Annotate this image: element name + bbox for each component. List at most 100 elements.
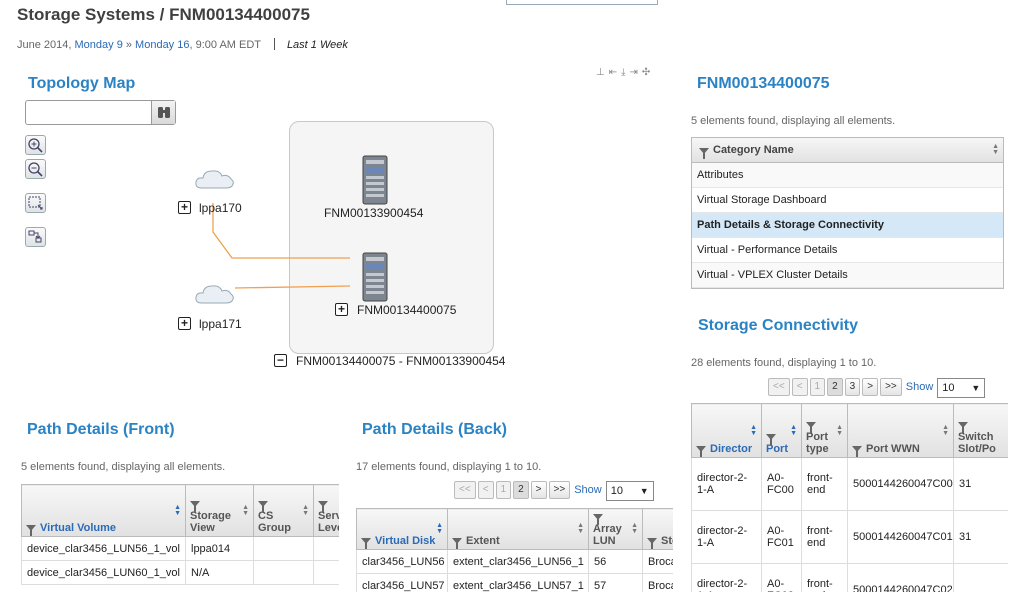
- page-button[interactable]: 3: [844, 378, 861, 396]
- column-header[interactable]: Port ▲ ▼: [761, 403, 802, 458]
- sort-icon[interactable]: ▲ ▼: [631, 522, 638, 535]
- sort-icon[interactable]: ▲ ▼: [836, 424, 843, 437]
- table-row[interactable]: director-2-1-AA0-FC02front-end5000144260…: [691, 563, 1008, 592]
- show-label: Show: [905, 381, 934, 393]
- table-cell: Broca: [642, 549, 673, 574]
- sort-icon[interactable]: ▲ ▼: [242, 504, 249, 517]
- column-header[interactable]: Virtual Disk ▲ ▼: [356, 508, 448, 550]
- column-header-label: Switch Slot/Po: [958, 431, 996, 455]
- sort-icon[interactable]: ▲ ▼: [174, 504, 181, 517]
- category-item[interactable]: Path Details & Storage Connectivity: [692, 213, 1003, 238]
- page-button[interactable]: 1: [809, 378, 826, 396]
- column-header[interactable]: Switch Slot/Po▲▼: [953, 403, 1008, 458]
- sort-icon[interactable]: ▲ ▼: [302, 504, 309, 517]
- table-cell: director-2-1-A: [691, 563, 762, 592]
- column-header[interactable]: Director ▲ ▼: [691, 403, 762, 458]
- next-page-button[interactable]: >: [530, 481, 547, 499]
- category-item[interactable]: Virtual - Performance Details: [692, 238, 1003, 263]
- filter-icon[interactable]: [647, 538, 657, 549]
- last-page-button[interactable]: >>: [880, 378, 902, 396]
- column-header[interactable]: Port WWN ▲ ▼: [847, 403, 954, 458]
- filter-icon[interactable]: [452, 538, 462, 549]
- last-page-button[interactable]: >>: [548, 481, 571, 499]
- storage-connectivity-title: Storage Connectivity: [698, 317, 859, 334]
- next-page-button[interactable]: >: [862, 378, 879, 396]
- table-cell: A0-FC00: [761, 457, 802, 511]
- filter-icon[interactable]: [26, 525, 36, 536]
- category-item[interactable]: Virtual - VPLEX Cluster Details: [692, 263, 1003, 288]
- first-page-button[interactable]: <<: [768, 378, 790, 396]
- column-header-label: Virtual Volume: [40, 522, 117, 534]
- storage-group-label[interactable]: FNM00134400075 - FNM00133900454: [296, 354, 505, 368]
- cloud-icon[interactable]: [193, 281, 237, 307]
- filter-icon[interactable]: [593, 514, 603, 526]
- column-header[interactable]: Storage View ▲ ▼: [185, 484, 254, 537]
- storage-fnm00133900454-label[interactable]: FNM00133900454: [324, 206, 423, 220]
- storage-array-icon[interactable]: [360, 251, 390, 303]
- filter-icon[interactable]: [318, 501, 328, 513]
- table-row[interactable]: director-2-1-A A0-FC00 front-end 5000144260…: [691, 457, 1008, 511]
- table-cell: lppa014: [185, 536, 254, 561]
- column-header[interactable]: Array LUN ▲ ▼: [588, 508, 643, 550]
- page-size-select[interactable]: 10 ▼: [605, 481, 654, 501]
- table-row[interactable]: device_clar3456_LUN60_1_vol N/A: [21, 560, 339, 585]
- sort-icon[interactable]: ▲ ▼: [790, 424, 797, 437]
- path-back-title: Path Details (Back): [362, 421, 507, 438]
- filter-icon[interactable]: [806, 422, 816, 434]
- expand-storage-button[interactable]: +: [335, 303, 348, 316]
- sort-icon[interactable]: ▲ ▼: [436, 522, 443, 535]
- page-size-value: 10: [610, 485, 623, 497]
- column-header[interactable]: Extent ▲ ▼: [447, 508, 589, 550]
- table-cell: [313, 560, 339, 585]
- column-header-label: Storage View: [190, 510, 231, 534]
- table-cell: 57: [588, 573, 643, 592]
- page-size-value: 10: [942, 382, 955, 394]
- filter-icon[interactable]: [766, 434, 776, 445]
- host-lppa171-label[interactable]: lppa171: [199, 317, 242, 331]
- column-header[interactable]: Stora▲▼: [642, 508, 673, 550]
- prev-page-button[interactable]: <: [791, 378, 808, 396]
- filter-icon[interactable]: [699, 148, 709, 159]
- column-header[interactable]: Virtual Volume ▲ ▼: [21, 484, 186, 537]
- storage-fnm00134400075-label[interactable]: FNM00134400075: [357, 303, 456, 317]
- page-button[interactable]: 1: [495, 481, 512, 499]
- cloud-icon[interactable]: [193, 166, 237, 192]
- column-header[interactable]: Serv Leve▲▼: [313, 484, 339, 537]
- filter-icon[interactable]: [852, 446, 862, 457]
- sort-icon[interactable]: ▲ ▼: [942, 424, 949, 437]
- table-cell: 5000144260047C01: [847, 510, 954, 564]
- column-header[interactable]: CS Group ▲ ▼: [253, 484, 314, 537]
- connectivity-found-text: 28 elements found, displaying 1 to 10.: [691, 357, 877, 369]
- host-lppa170-label[interactable]: lppa170: [199, 201, 242, 215]
- expand-lppa171-button[interactable]: +: [178, 317, 191, 330]
- filter-icon[interactable]: [696, 446, 706, 457]
- column-header[interactable]: Port type ▲ ▼: [801, 403, 848, 458]
- first-page-button[interactable]: <<: [454, 481, 476, 499]
- page-size-select[interactable]: 10 ▼: [937, 378, 986, 398]
- column-header-label: Stora: [661, 535, 673, 547]
- sort-icon[interactable]: ▲ ▼: [750, 424, 757, 437]
- table-row[interactable]: clar3456_LUN57 extent_clar3456_LUN57_1 57 B…: [356, 573, 673, 592]
- category-header[interactable]: Category Name ▲ ▼: [692, 138, 1003, 163]
- sort-icon[interactable]: ▲ ▼: [577, 522, 584, 535]
- filter-icon[interactable]: [361, 538, 371, 549]
- table-cell: [313, 536, 339, 561]
- prev-page-button[interactable]: <: [477, 481, 494, 499]
- filter-icon[interactable]: [258, 501, 268, 513]
- category-item[interactable]: Virtual Storage Dashboard: [692, 188, 1003, 213]
- column-header-label: Director: [710, 443, 753, 455]
- filter-icon[interactable]: [958, 422, 968, 434]
- chevron-down-icon: ▼: [639, 486, 649, 496]
- table-row[interactable]: clar3456_LUN56 extent_clar3456_LUN56_1 56 B…: [356, 549, 673, 574]
- table-cell: 56: [588, 549, 643, 574]
- filter-icon[interactable]: [190, 501, 200, 513]
- category-item[interactable]: Attributes: [692, 163, 1003, 188]
- storage-array-icon[interactable]: [360, 154, 390, 206]
- page-button[interactable]: 2: [827, 378, 843, 396]
- sort-icon[interactable]: ▲ ▼: [992, 143, 999, 156]
- page-button[interactable]: 2: [513, 481, 529, 499]
- table-row[interactable]: device_clar3456_LUN56_1_vol lppa014: [21, 536, 339, 561]
- table-row[interactable]: director-2-1-A A0-FC01 front-end 5000144260…: [691, 510, 1008, 564]
- expand-lppa170-button[interactable]: +: [178, 201, 191, 214]
- collapse-group-button[interactable]: −: [274, 354, 287, 367]
